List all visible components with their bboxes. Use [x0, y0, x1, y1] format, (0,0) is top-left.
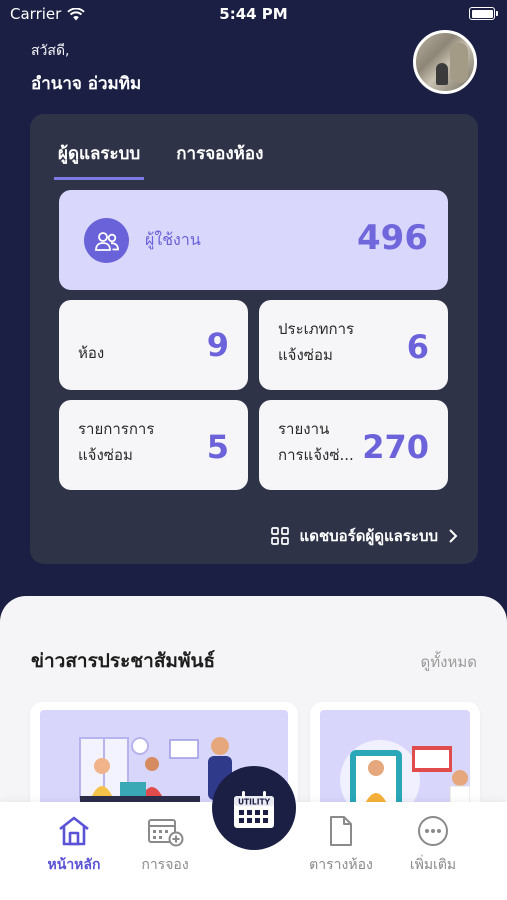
users-icon — [84, 218, 129, 263]
battery-icon — [469, 7, 498, 20]
admin-dashboard-link[interactable]: แดชบอร์ดผู้ดูแลระบบ — [270, 524, 458, 548]
stat-repair-types[interactable]: ประเภทการ แจ้งซ่อม 6 — [259, 300, 448, 390]
stat-repair-items[interactable]: รายการการ แจ้งซ่อม 5 — [59, 400, 248, 490]
utility-fab[interactable]: UTILITY — [212, 766, 296, 850]
home-icon — [59, 816, 89, 846]
stat-repair-reports-value: 270 — [362, 428, 429, 466]
user-name: อำนาจ อ่วมทิม — [31, 74, 142, 94]
stat-repair-types-label: ประเภทการ แจ้งซ่อม — [278, 320, 355, 364]
nav-more-label: เพิ่มเติม — [409, 857, 457, 873]
greeting-hello: สวัสดี, — [31, 43, 70, 59]
grid-icon — [270, 527, 289, 545]
nav-more[interactable]: เพิ่มเติม — [388, 814, 478, 876]
nav-home[interactable]: หน้าหลัก — [29, 814, 119, 876]
tab-admin[interactable]: ผู้ดูแลระบบ — [54, 140, 145, 180]
see-all-link[interactable]: ดูทั้งหมด — [421, 650, 477, 674]
tab-room-booking[interactable]: การจองห้อง — [172, 140, 267, 180]
calendar-add-icon — [148, 819, 184, 847]
stat-rooms-label: ห้อง — [78, 344, 105, 362]
news-title: ข่าวสารประชาสัมพันธ์ — [31, 650, 216, 672]
avatar[interactable] — [413, 30, 477, 94]
stat-repair-reports-label: รายงาน การแจ้งซ่... — [278, 420, 354, 464]
nav-room-schedule[interactable]: ตารางห้อง — [296, 814, 386, 876]
nav-booking-label: การจอง — [141, 857, 189, 873]
stat-repair-items-label: รายการการ แจ้งซ่อม — [78, 420, 155, 464]
status-bar: Carrier 5:44 PM — [0, 0, 507, 30]
admin-summary-card: ผู้ดูแลระบบ การจองห้อง ผู้ใช้งาน 496 ห้อ… — [30, 114, 478, 564]
utility-label: UTILITY — [238, 798, 271, 807]
admin-dashboard-label: แดชบอร์ดผู้ดูแลระบบ — [299, 527, 438, 545]
greeting: สวัสดี, อำนาจ อ่วมทิม — [31, 40, 141, 97]
more-icon — [418, 816, 448, 846]
nav-booking[interactable]: การจอง — [120, 814, 210, 876]
nav-home-label: หน้าหลัก — [47, 857, 101, 873]
users-tile[interactable]: ผู้ใช้งาน 496 — [59, 190, 448, 290]
utility-calendar-icon: UTILITY — [234, 791, 274, 828]
chevron-right-icon — [449, 529, 458, 543]
status-time: 5:44 PM — [219, 5, 288, 23]
document-icon — [330, 816, 352, 846]
stat-repair-types-value: 6 — [406, 328, 429, 366]
users-label: ผู้ใช้งาน — [145, 230, 201, 249]
stat-repair-reports[interactable]: รายงาน การแจ้งซ่... 270 — [259, 400, 448, 490]
nav-room-schedule-label: ตารางห้อง — [309, 857, 373, 873]
tab-bar: ผู้ดูแลระบบ การจองห้อง — [54, 140, 267, 180]
stat-rooms[interactable]: ห้อง 9 — [59, 300, 248, 390]
stat-repair-items-value: 5 — [206, 428, 229, 466]
stat-rooms-value: 9 — [206, 326, 229, 364]
users-count: 496 — [357, 218, 428, 258]
